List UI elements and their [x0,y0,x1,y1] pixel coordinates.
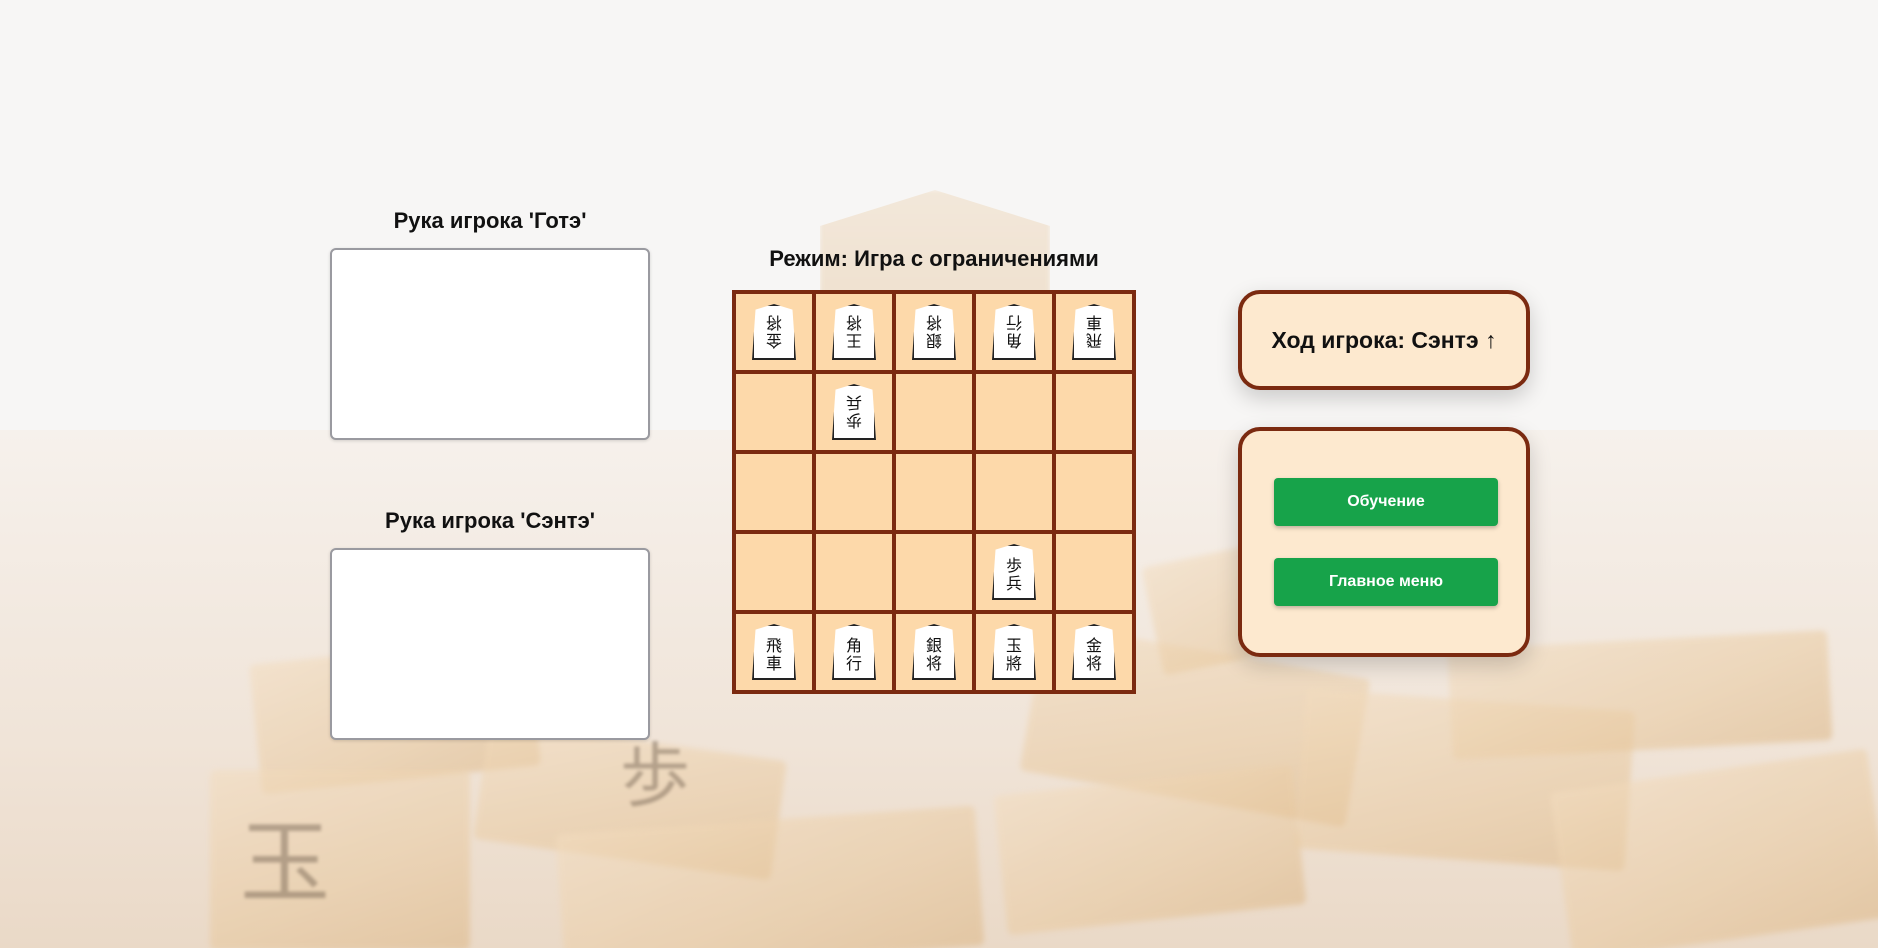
game-mode-label: Режим: Игра с ограничениями [769,246,1099,271]
gote-piece[interactable]: 銀将 [912,304,956,360]
sente-piece[interactable]: 銀将 [912,624,956,680]
sente-piece[interactable]: 玉將 [992,624,1036,680]
piece-char-bottom: 将 [925,654,942,673]
piece-char-bottom: 兵 [1005,574,1022,593]
piece-char-top: 歩 [1005,556,1022,575]
board-cell[interactable] [814,532,894,612]
gote-piece[interactable]: 王将 [832,304,876,360]
piece-char-bottom: 車 [765,654,782,673]
gote-hand-area[interactable] [330,248,650,440]
board-cell[interactable]: 金将 [1054,612,1134,692]
board-cell[interactable]: 角行 [974,292,1054,372]
piece-char-top: 玉 [1005,636,1022,655]
piece-char-top: 王 [845,331,862,350]
board-cell[interactable] [734,452,814,532]
piece-char-top: 歩 [845,411,862,430]
piece-char-bottom: 将 [845,313,862,332]
piece-char-bottom: 将 [1085,654,1102,673]
piece-char-bottom: 将 [925,313,942,332]
board-cell[interactable] [974,452,1054,532]
board-cell[interactable]: 飛車 [734,612,814,692]
piece-char-top: 金 [765,331,782,350]
gote-piece[interactable]: 金将 [752,304,796,360]
board-cell[interactable]: 王将 [814,292,894,372]
sente-hand-title: Рука игрока 'Сэнтэ' [385,508,595,533]
piece-char-top: 角 [1005,331,1022,350]
board-cell[interactable] [1054,452,1134,532]
board-cell[interactable]: 銀将 [894,292,974,372]
sente-hand-panel: Рука игрока 'Сэнтэ' [330,508,650,740]
board-cell[interactable] [1054,372,1134,452]
board-cell[interactable]: 角行 [814,612,894,692]
board-cell[interactable]: 飛車 [1054,292,1134,372]
board-cell[interactable] [894,532,974,612]
piece-char-top: 角 [845,636,862,655]
piece-char-top: 銀 [925,331,942,350]
turn-indicator: Ход игрока: Сэнтэ ↑ [1238,290,1530,390]
gote-piece[interactable]: 角行 [992,304,1036,360]
turn-label: Ход игрока: Сэнтэ ↑ [1271,326,1497,353]
gote-hand-panel: Рука игрока 'Готэ' [330,208,650,440]
sente-piece[interactable]: 飛車 [752,624,796,680]
piece-char-bottom: 行 [845,654,862,673]
sente-piece[interactable]: 角行 [832,624,876,680]
piece-char-bottom: 将 [765,313,782,332]
shogi-board: 金将王将銀将角行飛車歩兵歩兵飛車角行銀将玉將金将 [732,290,1136,694]
gote-piece[interactable]: 飛車 [1072,304,1116,360]
board-cell[interactable] [734,532,814,612]
board-cell[interactable] [974,372,1054,452]
piece-char-bottom: 將 [1005,654,1022,673]
background-kanji: 玉 [240,811,330,916]
piece-char-top: 金 [1085,636,1102,655]
piece-char-top: 銀 [925,636,942,655]
board-cell[interactable] [894,372,974,452]
board-cell[interactable]: 歩兵 [814,372,894,452]
board-cell[interactable]: 銀将 [894,612,974,692]
board-cell[interactable] [814,452,894,532]
piece-char-bottom: 車 [1085,313,1102,332]
tutorial-button[interactable]: Обучение [1274,478,1498,526]
board-cell[interactable] [1054,532,1134,612]
piece-char-bottom: 兵 [845,393,862,412]
sente-piece[interactable]: 歩兵 [992,544,1036,600]
piece-char-top: 飛 [765,636,782,655]
sente-piece[interactable]: 金将 [1072,624,1116,680]
board-cell[interactable]: 歩兵 [974,532,1054,612]
board-cell[interactable]: 玉將 [974,612,1054,692]
gote-piece[interactable]: 歩兵 [832,384,876,440]
main-menu-button[interactable]: Главное меню [1274,558,1498,606]
board-cell[interactable]: 金将 [734,292,814,372]
menu-panel: Обучение Главное меню [1238,427,1530,657]
sente-hand-area[interactable] [330,548,650,740]
board-panel: Режим: Игра с ограничениями 金将王将銀将角行飛車歩兵… [732,246,1136,694]
piece-char-bottom: 行 [1005,313,1022,332]
board-cell[interactable] [894,452,974,532]
piece-char-top: 飛 [1085,331,1102,350]
gote-hand-title: Рука игрока 'Готэ' [393,208,587,233]
board-cell[interactable] [734,372,814,452]
